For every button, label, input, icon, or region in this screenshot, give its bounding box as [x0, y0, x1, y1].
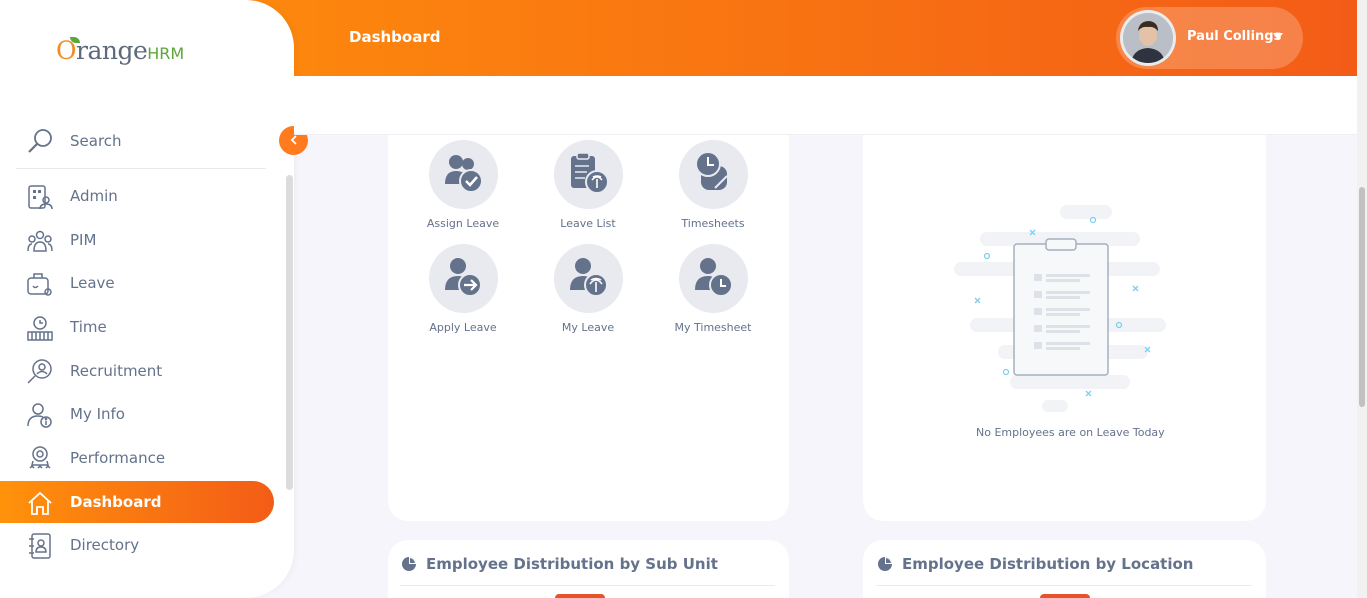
quick-launch-label: Apply Leave — [429, 321, 497, 334]
location-title: Employee Distribution by Location — [902, 555, 1194, 573]
pie-chart-icon — [402, 557, 416, 571]
sidebar-item-label: Time — [70, 318, 107, 336]
home-icon — [28, 491, 52, 515]
quick-leave-list[interactable]: Leave List — [538, 140, 638, 230]
leave-list-icon — [553, 140, 623, 209]
quick-my-leave[interactable]: My Leave — [538, 244, 638, 334]
avatar — [1120, 10, 1176, 66]
sidebar-item-time[interactable]: Time — [0, 306, 274, 348]
sidebar-search[interactable]: Search — [16, 122, 266, 169]
my-timesheet-icon — [678, 244, 748, 313]
leave-icon — [27, 273, 52, 296]
assign-leave-icon — [428, 140, 498, 209]
sidebar-item-label: Recruitment — [70, 362, 163, 380]
sidebar-item-pim[interactable]: PIM — [0, 219, 274, 261]
page-title: Dashboard — [349, 28, 441, 46]
performance-icon — [29, 446, 51, 469]
sidebar-item-leave[interactable]: Leave — [0, 262, 274, 304]
quick-apply-leave[interactable]: Apply Leave — [413, 244, 513, 334]
pie-chart-icon — [878, 557, 892, 571]
widget-divider — [876, 585, 1252, 586]
quick-launch-label: My Timesheet — [674, 321, 752, 334]
sidebar-item-my-info[interactable]: My Info — [0, 393, 274, 435]
user-dropdown[interactable]: Paul Collings — [1116, 7, 1303, 69]
sidebar-item-label: PIM — [70, 231, 97, 249]
my-leave-icon — [553, 244, 623, 313]
sidebar-item-recruitment[interactable]: Recruitment — [0, 350, 274, 392]
quick-assign-leave[interactable]: Assign Leave — [413, 140, 513, 230]
sidebar-item-label: My Info — [70, 405, 125, 423]
sidebar: OrangeHRM Search Admin PIM Leave Time Re… — [0, 0, 294, 598]
subbar-overlay — [294, 76, 1357, 135]
widget-divider — [400, 585, 775, 586]
directory-icon — [29, 533, 51, 559]
sidebar-scrollbar[interactable] — [286, 175, 293, 490]
timesheets-icon — [678, 140, 748, 209]
sidebar-item-directory[interactable]: Directory — [0, 524, 274, 566]
sidebar-item-label: Leave — [70, 274, 115, 292]
sidebar-item-label: Performance — [70, 449, 166, 467]
quick-my-timesheet[interactable]: My Timesheet — [663, 244, 763, 334]
chevron-left-icon — [290, 135, 297, 145]
apply-leave-icon — [428, 244, 498, 313]
my-info-icon — [27, 403, 52, 428]
pim-icon — [27, 230, 53, 252]
time-icon — [27, 316, 53, 341]
quick-launch-label: Timesheets — [681, 217, 745, 230]
sidebar-item-label: Admin — [70, 187, 118, 205]
search-label: Search — [70, 132, 122, 150]
recruitment-icon — [27, 359, 52, 384]
user-name: Paul Collings — [1187, 29, 1282, 44]
quick-launch-label: My Leave — [561, 321, 615, 334]
sidebar-item-label: Directory — [70, 536, 140, 554]
sidebar-item-performance[interactable]: Performance — [0, 437, 274, 479]
chart-arc-peek — [1040, 594, 1090, 598]
empty-leave-message: No Employees are on Leave Today — [976, 426, 1165, 439]
sidebar-item-admin[interactable]: Admin — [0, 175, 274, 217]
sidebar-item-dashboard[interactable]: Dashboard — [0, 481, 274, 523]
quick-launch-label: Assign Leave — [426, 217, 500, 230]
caret-down-icon — [1273, 33, 1283, 40]
admin-icon — [28, 185, 53, 210]
sub-unit-title: Employee Distribution by Sub Unit — [426, 555, 718, 573]
search-icon — [28, 129, 52, 153]
empty-clipboard-illustration — [954, 205, 1166, 412]
quick-launch-label: Leave List — [560, 217, 616, 230]
page-scrollbar-thumb[interactable] — [1359, 187, 1365, 407]
quick-timesheets[interactable]: Timesheets — [663, 140, 763, 230]
chart-arc-peek — [555, 594, 605, 598]
sidebar-item-label: Dashboard — [70, 493, 162, 511]
